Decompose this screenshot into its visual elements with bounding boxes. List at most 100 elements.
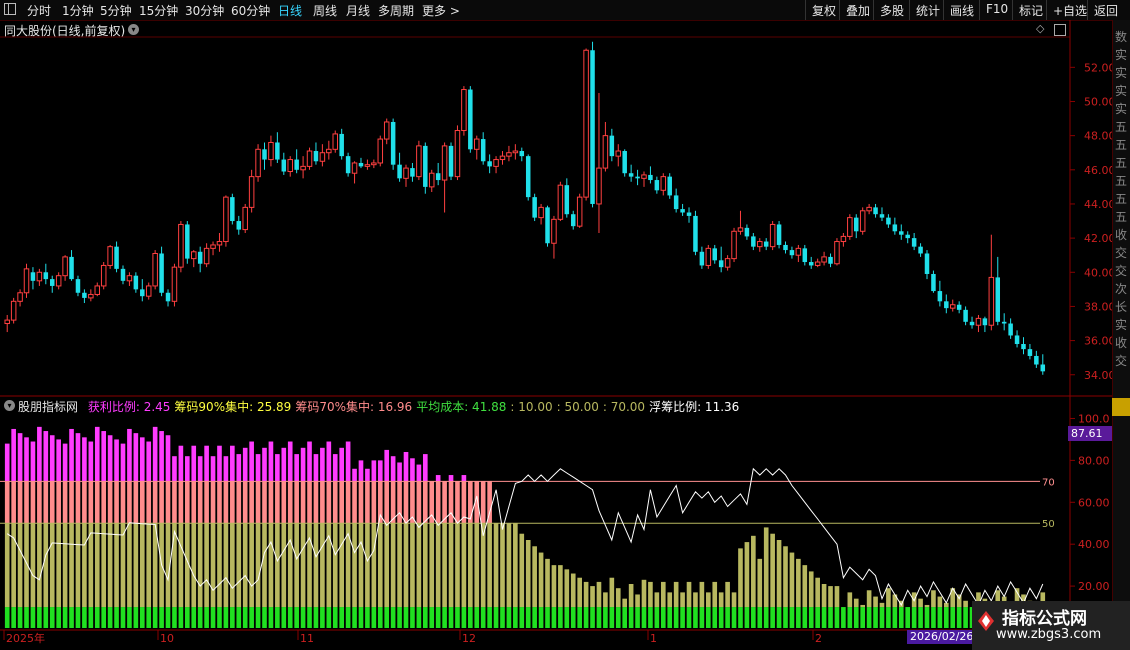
chip-green-bar	[924, 607, 930, 628]
chip-green-bar	[43, 607, 49, 628]
profit-bar	[94, 426, 100, 482]
chip70-bar	[416, 481, 422, 524]
chip-olive-bar	[384, 523, 390, 608]
profit-bar	[204, 445, 209, 482]
chip-olive-bar	[255, 523, 261, 608]
chip-green-bar	[596, 607, 602, 628]
chip-olive-bar	[660, 581, 666, 608]
chip-olive-bar	[403, 523, 409, 608]
chip-olive-bar	[963, 600, 968, 608]
chip-green-bar	[94, 607, 100, 628]
candle-body	[693, 215, 698, 252]
chip-green-bar	[468, 607, 473, 628]
chip-green-bar	[757, 607, 763, 628]
chip-green-bar	[622, 607, 628, 628]
chip-olive-bar	[313, 523, 319, 608]
ref-label-70: 70	[1042, 477, 1055, 488]
chip-green-bar	[744, 607, 750, 628]
chip-green-bar	[558, 607, 563, 628]
chip-olive-bar	[217, 523, 222, 608]
sidebar-char: 实	[1115, 84, 1128, 98]
chip-green-bar	[564, 607, 570, 628]
chip-green-bar	[660, 607, 666, 628]
chip-green-bar	[956, 607, 962, 628]
chip-olive-bar	[294, 523, 299, 608]
chip-green-bar	[667, 607, 673, 628]
indicator-field: 筹码70%集中: 16.96	[295, 400, 413, 414]
candle-body	[814, 261, 821, 266]
profit-bar	[345, 441, 351, 482]
chip-olive-bar	[30, 523, 36, 608]
chip-green-bar	[866, 607, 872, 628]
chip-olive-bar	[615, 588, 621, 608]
chip-green-bar	[892, 607, 898, 628]
chip-green-bar	[114, 607, 119, 628]
candle-body	[75, 279, 81, 293]
chip-olive-bar	[49, 523, 55, 608]
profit-bar	[410, 458, 415, 482]
candle-body	[506, 152, 512, 157]
profit-bar	[114, 439, 119, 482]
candle-body	[36, 271, 43, 282]
chip-olive-bar	[551, 565, 557, 608]
profit-bar	[127, 428, 132, 482]
profit-bar	[139, 437, 145, 482]
chip70-bar	[352, 481, 357, 524]
chip-olive-bar	[410, 523, 415, 608]
candle-body	[94, 285, 101, 295]
chart-canvas[interactable]: 52.00 50.00 48.00 46.00 44.00 42.00 40.00 38.00…	[0, 0, 1112, 650]
chip-olive-bar	[866, 590, 872, 608]
chip-green-bar	[204, 607, 209, 628]
candle-body	[615, 150, 622, 157]
chip70-bar	[75, 481, 81, 524]
chip-olive-bar	[603, 592, 608, 608]
chip-green-bar	[648, 607, 653, 628]
candle-body	[203, 247, 210, 265]
profit-bar	[371, 460, 377, 482]
profit-bar	[101, 431, 107, 482]
chip-olive-bar	[268, 523, 274, 608]
sidebar-char: 五	[1115, 120, 1128, 134]
right-sidebar[interactable]: 数实实实实五五五五五五收交交次长实收交	[1112, 20, 1130, 650]
chip-green-bar	[493, 607, 499, 628]
chip-olive-bar	[776, 540, 782, 608]
chip-olive-bar	[815, 577, 820, 608]
chip-olive-bar	[654, 592, 660, 608]
price-axis-label: 34.00	[1084, 369, 1112, 382]
chip-olive-bar	[686, 581, 692, 608]
candle-body	[602, 135, 609, 169]
chip-olive-bar	[853, 598, 859, 608]
profit-bar	[262, 447, 267, 482]
chip-green-bar	[551, 607, 557, 628]
chip-olive-bar	[705, 592, 711, 608]
candle-body	[763, 241, 769, 247]
candle-body	[441, 145, 448, 181]
candle-body	[461, 89, 467, 132]
candle-body	[660, 176, 667, 191]
sidebar-char: 五	[1115, 192, 1128, 206]
chip-green-bar	[56, 607, 61, 628]
chip-green-bar	[159, 607, 164, 628]
chip-olive-bar	[210, 523, 216, 608]
candle-body	[100, 264, 107, 287]
chip-olive-bar	[191, 523, 197, 608]
chip70-bar	[127, 481, 132, 524]
chip-green-bar	[30, 607, 36, 628]
chip-green-bar	[75, 607, 81, 628]
profit-bar	[242, 447, 248, 482]
profit-bar	[4, 443, 10, 482]
profit-bar	[172, 456, 177, 482]
chip-green-bar	[931, 607, 936, 628]
sidebar-char: 五	[1115, 138, 1128, 152]
profit-bar	[358, 460, 364, 482]
candle-body	[512, 150, 519, 154]
chip-green-bar	[217, 607, 222, 628]
chip-olive-bar	[641, 579, 647, 608]
price-axis-label: 48.00	[1084, 130, 1112, 143]
profit-bar	[165, 435, 171, 482]
chevron-down-icon[interactable]: ▾	[4, 400, 15, 411]
indicator-field: 筹码90%集中: 25.89	[174, 400, 292, 414]
candle-body	[10, 300, 17, 321]
candle-body	[474, 138, 480, 150]
candle-body	[596, 167, 602, 205]
